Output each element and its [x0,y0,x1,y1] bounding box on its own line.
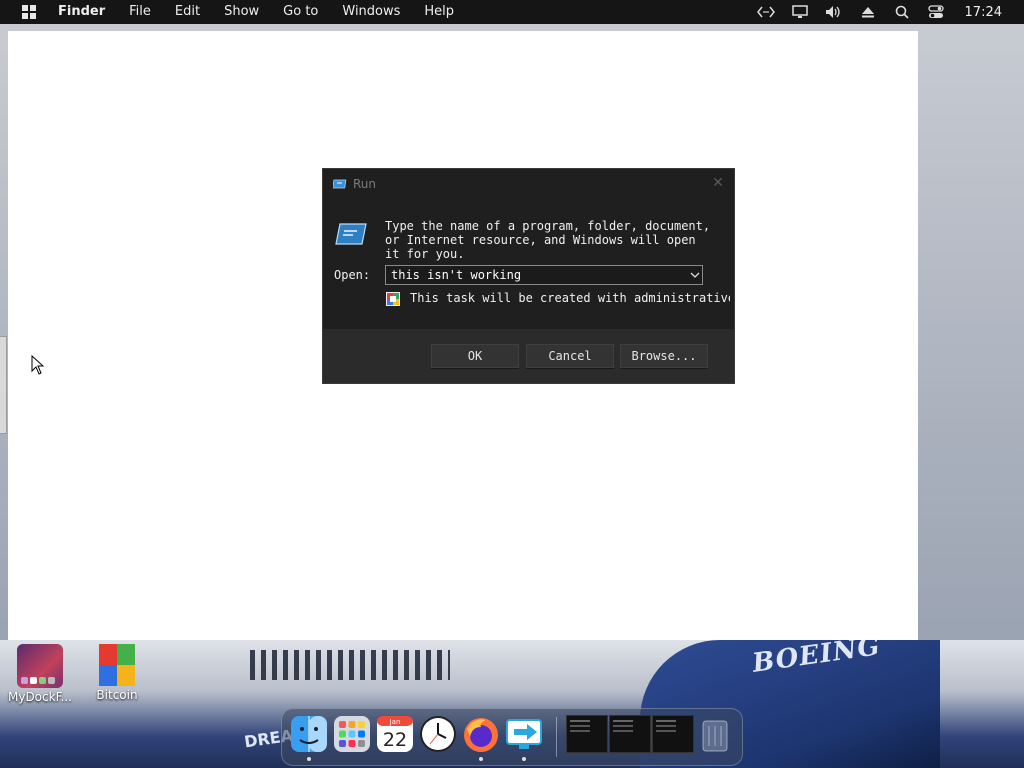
window-thumb-3[interactable] [652,715,694,753]
finder-icon[interactable] [290,715,328,753]
ok-button[interactable]: OK [431,344,519,368]
eject-icon[interactable] [858,3,878,21]
wallpaper-plane-windows [250,650,450,680]
open-input[interactable] [385,265,703,285]
open-label: Open: [334,268,371,282]
menu-finder[interactable]: Finder [54,0,117,24]
windows-logo-icon[interactable] [22,5,38,19]
run-app-icon [333,179,347,189]
run-program-icon [335,223,367,245]
launchpad-icon[interactable] [333,715,371,753]
close-icon[interactable]: ✕ [710,175,726,191]
search-icon[interactable] [892,3,912,21]
clock-icon[interactable] [419,715,457,753]
remote-desktop-icon[interactable] [505,715,543,753]
volume-icon[interactable] [824,3,844,21]
menu-go-to[interactable]: Go to [271,0,330,24]
firefox-icon[interactable] [462,715,500,753]
edge-dock-handle[interactable] [0,336,7,434]
desktop-icon-bitcoin[interactable]: Bitcoin [77,644,157,702]
menu-clock[interactable]: 17:24 [965,5,1002,20]
admin-shield-icon [386,292,400,306]
run-dialog-footer: OK Cancel Browse... [323,329,734,383]
desktop-icon-label: Bitcoin [96,688,138,702]
dock: Jan 22 [281,708,743,766]
mouse-cursor-icon [31,354,45,379]
desktop-icon-label: MyDockF... [7,690,72,704]
window-thumb-2[interactable] [609,715,651,753]
menu-show[interactable]: Show [212,0,271,24]
menu-help[interactable]: Help [412,0,466,24]
running-indicator [307,757,311,761]
desktop-icon-mydockfinder[interactable]: MyDockF... [0,644,80,704]
window-thumb-1[interactable] [566,715,608,753]
running-indicator [522,757,526,761]
code-icon[interactable] [756,3,776,21]
browse-button[interactable]: Browse... [620,344,708,368]
dock-separator [556,717,557,757]
menu-edit[interactable]: Edit [163,0,212,24]
bitcoin-app-icon [99,644,135,686]
run-dialog-title: Run [353,177,377,191]
chevron-down-icon[interactable] [689,269,701,281]
menu-file[interactable]: File [117,0,163,24]
control-center-icon[interactable] [926,3,946,21]
menu-bar: Finder File Edit Show Go to Windows Help… [0,0,1024,24]
calendar-icon[interactable]: Jan 22 [376,715,414,753]
calendar-month: Jan [389,718,401,726]
cancel-button[interactable]: Cancel [526,344,614,368]
run-dialog: Run ✕ Type the name of a program, folder… [322,168,735,384]
mydockfinder-app-icon [17,644,63,688]
menu-windows[interactable]: Windows [330,0,412,24]
display-icon[interactable] [790,3,810,21]
admin-privileges-note: This task will be created with administr… [410,291,730,305]
run-dialog-titlebar[interactable]: Run ✕ [323,169,734,199]
trash-icon[interactable] [698,715,736,753]
run-dialog-description: Type the name of a program, folder, docu… [385,219,711,261]
running-indicator [479,757,483,761]
calendar-day: 22 [383,729,407,751]
